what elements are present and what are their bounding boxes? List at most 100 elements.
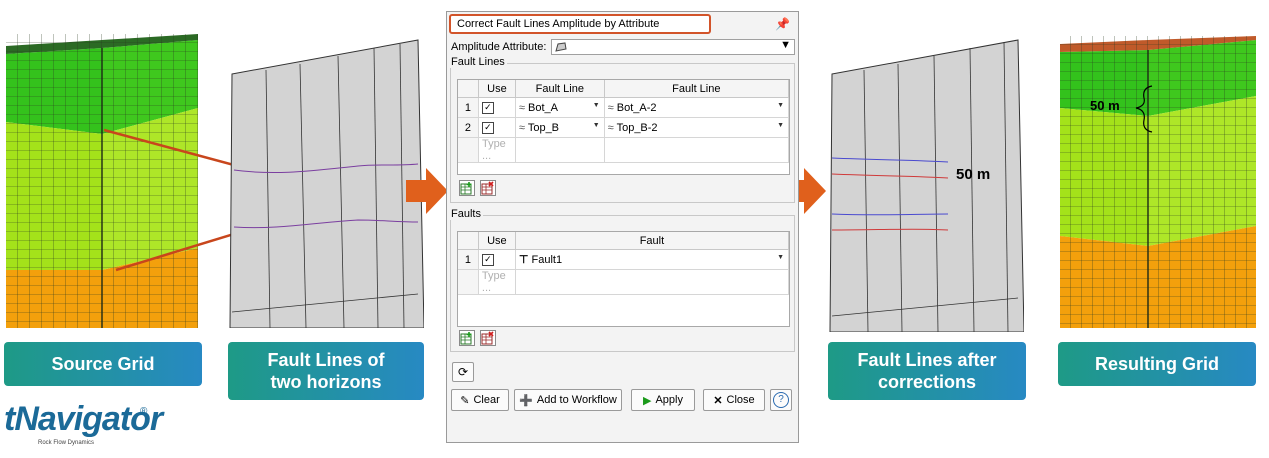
use-cell[interactable]: ✓ [478,117,516,138]
chevron-down-icon: ▼ [777,254,784,261]
add-row-icon [460,182,472,195]
source-grid-caption: Source Grid [4,342,202,386]
fault-line-value: Bot_A-2 [616,101,657,114]
play-icon: ▶ [643,394,652,407]
fault-lines-caption: Fault Lines of two horizons [228,342,424,400]
distance-label: 50 m [1090,98,1120,113]
fault-lines-after-image: 50 m [828,32,1024,332]
chevron-down-icon: ▼ [777,122,784,129]
amplitude-attribute-select[interactable]: ▼ [551,39,795,55]
close-icon: ✕ [713,394,723,407]
fault-line-icon: ≈ [518,101,525,114]
reset-button[interactable]: ⟳ [452,362,474,382]
use-cell[interactable]: ✓ [478,249,516,270]
row-number: 1 [458,249,479,270]
fault-icon: ⊤ [518,254,529,266]
add-to-workflow-button[interactable]: ➕ Add to Workflow [514,389,622,411]
close-label: Close [726,394,755,406]
dialog-title: Correct Fault Lines Amplitude by Attribu… [449,14,711,34]
new-row[interactable]: Type ... [458,269,790,295]
column-header-fault: Fault [515,232,790,250]
checkbox-checked-icon[interactable]: ✓ [481,254,494,266]
fault-value: Fault1 [531,254,563,266]
eraser-icon: ✎ [460,394,470,407]
empty-cell[interactable] [515,269,790,295]
logo-text: tNavigator [4,400,163,438]
fault-line-1-cell[interactable]: ≈ Bot_A ▼ [515,97,605,118]
pin-icon[interactable]: 📌 [775,17,790,31]
new-row[interactable]: Type ... [458,137,790,163]
caption-text: two horizons [270,372,382,392]
fault-lines-after-caption: Fault Lines after corrections [828,342,1026,400]
fault-line-value: Top_B-2 [616,121,658,134]
chevron-down-icon: ▼ [592,102,600,109]
logo-registered-mark: ® [140,406,148,417]
checkbox-checked-icon[interactable]: ✓ [481,102,494,114]
corner-header [458,232,479,250]
row-number [458,269,479,295]
column-header-use: Use [478,232,516,250]
workflow-icon: ➕ [519,394,533,407]
correct-fault-lines-dialog: Correct Fault Lines Amplitude by Attribu… [446,11,799,443]
fault-line-value: Top_B [527,121,560,134]
apply-label: Apply [655,394,683,406]
caption-text: Source Grid [51,354,155,374]
fault-lines-svg [229,39,424,328]
reset-icon: ⟳ [457,365,469,379]
flow-arrow-left [406,168,448,214]
column-header-fault-line-1: Fault Line [515,80,605,98]
add-to-workflow-label: Add to Workflow [536,394,617,406]
chevron-down-icon: ▼ [592,122,600,129]
chevron-down-icon: ▼ [777,102,784,109]
faults-table: Use Fault 1 ✓ ⊤ Fault1 ▼ Type ... [457,231,790,327]
fault-line-2-cell[interactable]: ≈ Bot_A-2 ▼ [604,97,790,118]
table-row[interactable]: 1 ✓ ≈ Bot_A ▼ ≈ Bot_A-2 ▼ [458,97,790,118]
remove-row-button[interactable] [480,180,496,196]
tnavigator-logo: tNavigator ® Rock Flow Dynamics [4,400,163,450]
amplitude-attribute-row: Amplitude Attribute: ▼ [451,39,795,55]
fault-line-value: Bot_A [528,101,558,114]
checkbox-checked-icon[interactable]: ✓ [481,122,494,134]
table-header-row: Use Fault [458,232,790,250]
fault-line-icon: ≈ [607,121,614,134]
corner-header [458,80,479,98]
fault-lines-after-svg [829,39,1024,332]
fault-lines-table: Use Fault Line Fault Line 1 ✓ ≈ Bot_A ▼ … [457,79,790,175]
fault-line-icon: ≈ [607,101,614,114]
add-row-button[interactable] [459,330,475,346]
resulting-grid-svg [1060,36,1256,328]
fault-line-1-cell[interactable]: ≈ Top_B ▼ [515,117,605,138]
new-row-placeholder[interactable]: Type ... [478,269,516,295]
add-row-icon [460,332,472,345]
amplitude-attribute-label: Amplitude Attribute: [451,41,547,53]
column-header-use: Use [478,80,516,98]
add-row-button[interactable] [459,180,475,196]
caption-text: corrections [877,372,977,392]
caption-text: Fault Lines after [857,350,997,370]
clear-label: Clear [473,394,500,406]
remove-row-button[interactable] [480,330,496,346]
table-row[interactable]: 1 ✓ ⊤ Fault1 ▼ [458,249,790,270]
new-row-placeholder[interactable]: Type ... [478,137,516,163]
use-cell[interactable]: ✓ [478,97,516,118]
resulting-grid-caption: Resulting Grid [1058,342,1256,386]
fault-cell[interactable]: ⊤ Fault1 ▼ [515,249,790,270]
clear-button[interactable]: ✎ Clear [451,389,509,411]
help-button[interactable]: ? [770,389,792,411]
logo-subtitle: Rock Flow Dynamics [38,440,95,446]
close-button[interactable]: ✕ Close [703,389,765,411]
table-row[interactable]: 2 ✓ ≈ Top_B ▼ ≈ Top_B-2 ▼ [458,117,790,138]
fault-line-2-cell[interactable]: ≈ Top_B-2 ▼ [604,117,790,138]
empty-cell[interactable] [604,137,790,163]
empty-cell[interactable] [515,137,605,163]
chevron-down-icon: ▼ [780,39,791,51]
fault-lines-image [228,32,424,328]
remove-row-icon [481,181,494,195]
row-number: 1 [458,97,479,118]
row-number: 2 [458,117,479,138]
remove-row-icon [481,331,494,345]
caption-text: Fault Lines of [267,350,385,370]
apply-button[interactable]: ▶ Apply [631,389,695,411]
column-header-fault-line-2: Fault Line [604,80,790,98]
help-icon: ? [773,392,789,408]
